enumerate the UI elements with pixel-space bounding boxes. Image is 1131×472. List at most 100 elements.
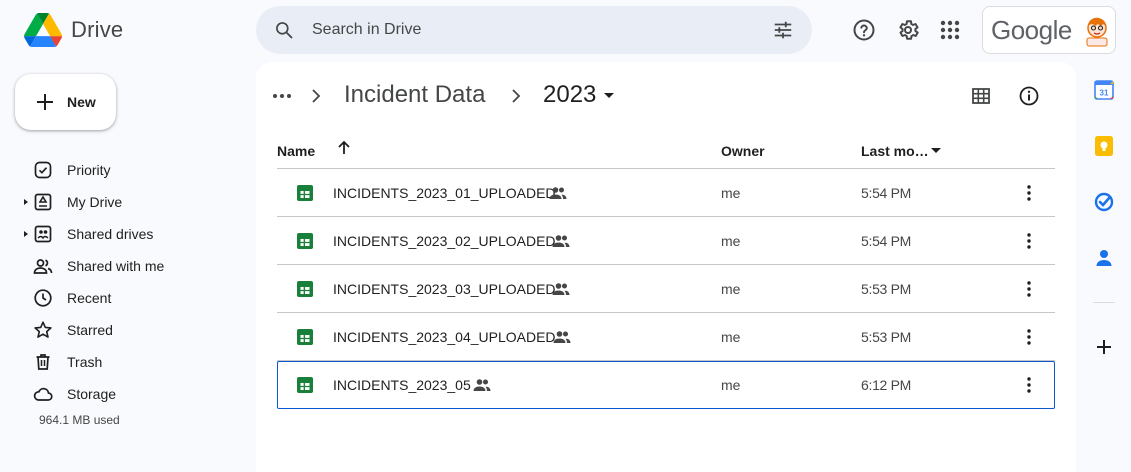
account-switcher[interactable]: Google <box>982 6 1116 54</box>
priority-icon <box>34 161 52 179</box>
file-owner: me <box>721 185 741 201</box>
tasks-icon[interactable] <box>1093 191 1115 213</box>
drive-logo[interactable]: Drive <box>24 13 123 47</box>
file-owner: me <box>721 329 741 345</box>
file-name[interactable]: INCIDENTS_2023_02_UPLOADED <box>333 233 556 249</box>
breadcrumb-current-folder[interactable]: 2023 <box>543 81 596 109</box>
caret-down-icon[interactable] <box>603 92 615 100</box>
file-modified: 6:12 PM <box>861 377 912 393</box>
table-row[interactable]: INCIDENTS_2023_02_UPLOADED me 5:54 PM <box>277 217 1055 265</box>
shared-drives-icon <box>34 225 52 243</box>
google-wordmark: Google <box>991 15 1072 45</box>
my-drive-icon <box>34 193 52 211</box>
sidebar-item-label: Trash <box>67 354 103 370</box>
file-owner: me <box>721 233 741 249</box>
sidebar-item-label: Recent <box>67 290 112 306</box>
recent-icon <box>34 289 52 307</box>
table-row[interactable]: INCIDENTS_2023_03_UPLOADED me 5:53 PM <box>277 265 1055 313</box>
file-browser: Incident Data 2023 Name Owner Last mo… I… <box>256 62 1076 472</box>
google-sheets-icon <box>297 329 313 345</box>
shared-people-icon <box>553 331 571 343</box>
arrow-up-icon[interactable] <box>335 139 353 157</box>
column-name[interactable]: Name <box>277 143 315 159</box>
sidebar-item-label: Shared with me <box>67 258 165 274</box>
apps-grid-icon[interactable] <box>938 18 962 42</box>
sidebar-item-label: Priority <box>67 162 111 178</box>
sidebar-item-my-drive[interactable]: My Drive <box>0 186 240 218</box>
table-row-selected[interactable]: INCIDENTS_2023_05 me 6:12 PM <box>277 361 1055 409</box>
expand-caret-icon[interactable] <box>22 197 30 207</box>
new-button-label: New <box>67 94 96 110</box>
plus-icon <box>37 94 53 110</box>
more-vertical-icon[interactable] <box>1019 183 1039 203</box>
file-modified: 5:53 PM <box>861 329 912 345</box>
starred-icon <box>34 321 52 338</box>
drive-logo-icon <box>24 13 62 47</box>
search-input[interactable]: Search in Drive <box>312 21 421 39</box>
add-app-plus-icon[interactable] <box>1093 336 1115 358</box>
more-vertical-icon[interactable] <box>1019 375 1039 395</box>
expand-caret-icon[interactable] <box>22 229 30 239</box>
table-row[interactable]: INCIDENTS_2023_04_UPLOADED me 5:53 PM <box>277 313 1055 361</box>
sidebar-item-starred[interactable]: Starred <box>0 314 240 346</box>
file-modified: 5:54 PM <box>861 233 912 249</box>
sidebar-item-label: Starred <box>67 322 113 338</box>
file-modified: 5:53 PM <box>861 281 912 297</box>
avatar[interactable] <box>1080 14 1114 48</box>
file-owner: me <box>721 377 741 393</box>
sidebar-item-shared-with-me[interactable]: Shared with me <box>0 250 240 282</box>
shared-people-icon <box>552 235 570 247</box>
settings-gear-icon[interactable] <box>896 18 920 42</box>
more-vertical-icon[interactable] <box>1019 279 1039 299</box>
grid-view-icon[interactable] <box>970 85 992 107</box>
file-name[interactable]: INCIDENTS_2023_03_UPLOADED <box>333 281 556 297</box>
google-sheets-icon <box>297 281 313 297</box>
table-row[interactable]: INCIDENTS_2023_01_UPLOADED me 5:54 PM <box>277 169 1055 217</box>
info-icon[interactable] <box>1018 85 1040 107</box>
file-name[interactable]: INCIDENTS_2023_01_UPLOADED <box>333 185 556 201</box>
shared-people-icon <box>549 187 567 199</box>
sidebar-item-shared-drives[interactable]: Shared drives <box>0 218 240 250</box>
file-owner: me <box>721 281 741 297</box>
sidebar-item-priority[interactable]: Priority <box>0 154 240 186</box>
google-sheets-icon <box>297 185 313 201</box>
table-header: Name Owner Last mo… <box>277 128 1055 169</box>
sidebar-item-label: Storage <box>67 386 117 402</box>
column-last-modified[interactable]: Last mo… <box>861 143 929 159</box>
more-vertical-icon[interactable] <box>1019 231 1039 251</box>
search-bar[interactable]: Search in Drive <box>256 6 812 54</box>
google-sheets-icon <box>297 377 313 393</box>
chevron-right-icon <box>512 89 521 103</box>
more-horizontal-icon[interactable] <box>272 84 292 108</box>
file-modified: 5:54 PM <box>861 185 912 201</box>
storage-used-text: 964.1 MB used <box>39 413 120 427</box>
search-options-icon[interactable] <box>772 19 794 41</box>
calendar-icon[interactable]: 31 <box>1093 79 1115 101</box>
calendar-day: 31 <box>1100 89 1109 98</box>
new-button[interactable]: New <box>15 74 116 130</box>
trash-icon <box>36 354 50 370</box>
breadcrumb: Incident Data 2023 <box>256 62 1076 128</box>
chevron-right-icon <box>312 89 321 103</box>
keep-icon[interactable] <box>1093 135 1115 157</box>
sidebar-item-trash[interactable]: Trash <box>0 346 240 378</box>
sidebar-item-storage[interactable]: Storage <box>0 378 240 410</box>
shared-people-icon <box>552 283 570 295</box>
search-icon[interactable] <box>274 20 294 40</box>
shared-with-me-icon <box>33 259 53 274</box>
app-name: Drive <box>71 17 124 42</box>
more-vertical-icon[interactable] <box>1019 327 1039 347</box>
sidebar-item-recent[interactable]: Recent <box>0 282 240 314</box>
file-name[interactable]: INCIDENTS_2023_04_UPLOADED <box>333 329 556 345</box>
sidebar-item-label: Shared drives <box>67 226 154 242</box>
file-name[interactable]: INCIDENTS_2023_05 <box>333 377 471 393</box>
shared-people-icon <box>473 379 491 391</box>
side-panel-divider <box>1093 302 1115 303</box>
sidebar-item-label: My Drive <box>67 194 123 210</box>
column-owner[interactable]: Owner <box>721 143 765 159</box>
google-sheets-icon <box>297 233 313 249</box>
contacts-icon[interactable] <box>1093 247 1115 269</box>
breadcrumb-incident-data[interactable]: Incident Data <box>344 81 485 109</box>
help-icon[interactable] <box>852 18 876 42</box>
caret-down-icon[interactable] <box>931 148 941 154</box>
